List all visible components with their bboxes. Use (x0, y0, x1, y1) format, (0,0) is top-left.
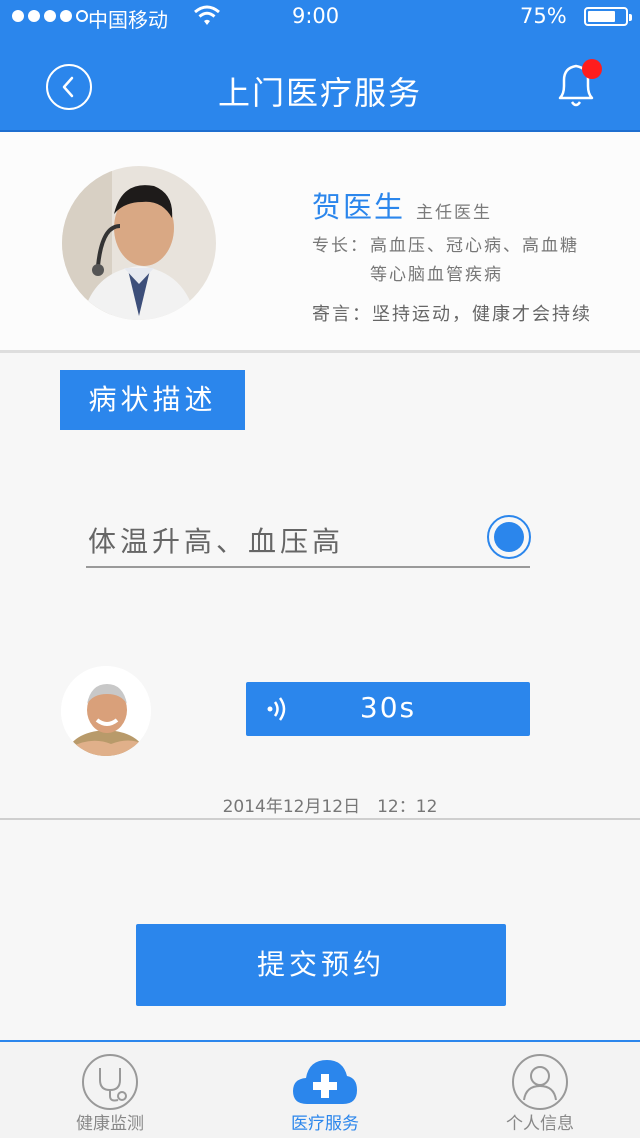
symptom-section-label: 病状描述 (60, 370, 245, 430)
specialty-label: 专长： (312, 236, 369, 256)
wifi-icon (194, 5, 220, 25)
tab-medical-service[interactable]: 医疗服务 (245, 1042, 405, 1138)
battery-icon (584, 7, 632, 26)
stethoscope-icon (82, 1054, 138, 1110)
tab-personal-info[interactable]: 个人信息 (460, 1042, 620, 1138)
person-icon (512, 1054, 568, 1110)
cloud-cross-icon (293, 1060, 357, 1104)
tab-label: 健康监测 (76, 1114, 144, 1134)
doctor-title: 主任医生 (416, 203, 492, 223)
doctor-card: 贺医生 主任医生 专长：高血压、冠心病、高血糖 等心脑血管疾病 寄言：坚持运动，… (0, 132, 640, 353)
doctor-specialty: 专长：高血压、冠心病、高血糖 等心脑血管疾病 (312, 232, 622, 290)
doctor-avatar (62, 166, 216, 320)
notification-badge (582, 59, 602, 79)
symptom-radio[interactable] (487, 515, 531, 559)
status-time: 9:00 (292, 4, 340, 28)
voice-duration: 30s (359, 691, 417, 724)
tab-label: 医疗服务 (291, 1114, 359, 1134)
page-title: 上门医疗服务 (217, 74, 422, 112)
voice-message-button[interactable]: 30s (246, 682, 530, 736)
symptom-underline (86, 566, 530, 568)
doctor-message: 寄言：坚持运动，健康才会持续 (312, 304, 592, 325)
symptom-text[interactable]: 体温升高、血压高 (88, 520, 344, 560)
tab-label: 个人信息 (506, 1114, 574, 1134)
battery-percent: 75% (520, 4, 567, 28)
tab-bar: 健康监测 医疗服务 个人信息 (0, 1040, 640, 1138)
doctor-name: 贺医生 (312, 190, 406, 224)
carrier-name: 中国移动 (88, 8, 168, 32)
section-divider (0, 818, 640, 820)
notification-bell-icon[interactable] (552, 58, 604, 112)
patient-avatar (61, 666, 151, 756)
signal-strength-icon (12, 10, 88, 22)
specialty-line2: 等心脑血管疾病 (370, 265, 503, 285)
specialty-line1: 高血压、冠心病、高血糖 (370, 236, 579, 256)
status-bar: 中国移动 9:00 75% (0, 0, 640, 32)
header-bar: 中国移动 9:00 75% 上门医疗服务 (0, 0, 640, 132)
submit-appointment-button[interactable]: 提交预约 (136, 924, 506, 1006)
message-timestamp: 2014年12月12日 12：12 (222, 797, 438, 817)
tab-health-monitoring[interactable]: 健康监测 (30, 1042, 190, 1138)
